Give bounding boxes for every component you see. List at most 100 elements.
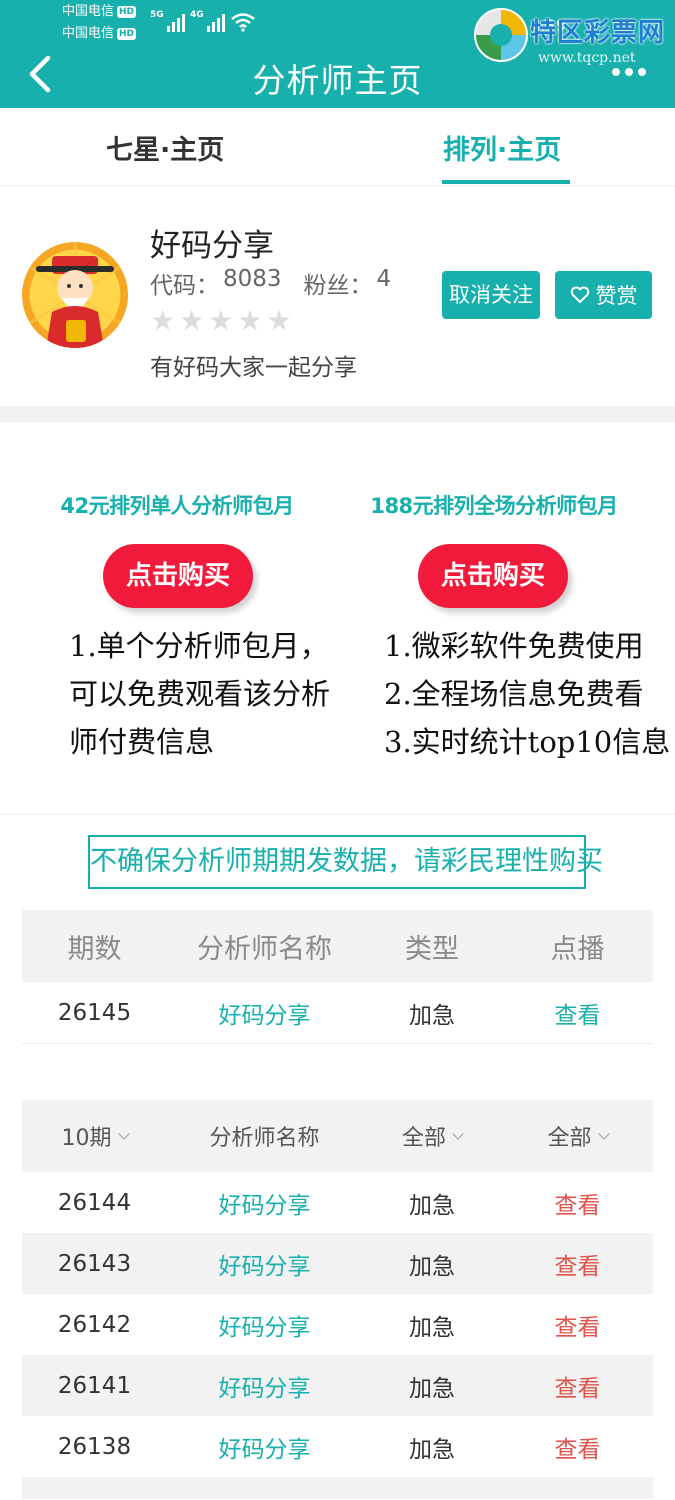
status-carrier-2: 中国电信 HD [62, 26, 137, 42]
current-period-table: 期数 分析师名称 类型 点播 26145 好码分享 加急 查看 [22, 910, 653, 1044]
analyst-description: 有好码大家一起分享 [150, 355, 357, 381]
chevron-down-icon [117, 1127, 130, 1140]
signal-5g-icon: 5G [150, 10, 185, 32]
view-link[interactable]: 查看 [502, 1369, 653, 1403]
chevron-down-icon [452, 1127, 464, 1140]
type-cell: 加急 [409, 1375, 455, 1402]
period-cell: 26144 [57, 1189, 132, 1216]
avatar [22, 242, 128, 348]
package-all-analysts: 188元排列全场分析师包月 点击购买 1.微彩软件免费使用 2.全程场信息免费看… [344, 490, 670, 759]
tab-bar: 七星·主页 排列·主页 [0, 108, 675, 186]
purchase-disclaimer: 不确保分析师期期发数据，请彩民理性购买 [88, 835, 603, 889]
analyst-link[interactable]: 好码分享 [167, 1186, 362, 1220]
star-icon: ★ [266, 304, 292, 337]
more-options-icon[interactable] [612, 68, 646, 76]
table-row: 26142 好码分享 加急 查看 [22, 1294, 653, 1355]
benefit-line: 1.微彩软件免费使用 [384, 629, 644, 663]
benefit-line: 师付费信息 [69, 725, 215, 759]
analyst-link[interactable]: 好码分享 [167, 1369, 362, 1403]
table-row: 26143 好码分享 加急 查看 [22, 1233, 653, 1294]
signal-4g-icon: 4G [190, 10, 225, 32]
buy-button[interactable]: 点击购买 [418, 544, 568, 608]
reward-button[interactable]: 赞赏 [555, 271, 652, 319]
type-cell: 加急 [409, 1192, 455, 1219]
header-play: 点播 [550, 933, 605, 965]
analyst-link[interactable]: 好码分享 [167, 996, 362, 1030]
watermark-title: 特区彩票网 [530, 18, 666, 48]
heart-icon [570, 286, 589, 303]
table-row: 26145 好码分享 加急 查看 [22, 982, 653, 1044]
table-row-partial [22, 1477, 653, 1499]
rating-stars: ★ ★ ★ ★ ★ [150, 306, 292, 336]
star-icon: ★ [208, 304, 234, 337]
chevron-down-icon [597, 1127, 610, 1140]
hd-badge-2: HD [117, 28, 137, 40]
type-filter-label: 全部 [401, 1126, 446, 1151]
analyst-filter-label: 分析师名称 [209, 1126, 320, 1151]
star-icon: ★ [150, 304, 176, 337]
type-filter-dropdown[interactable]: 全部 [362, 1120, 502, 1152]
header-period: 期数 [67, 933, 122, 965]
period-cell: 26141 [57, 1372, 132, 1399]
history-table: 10期 分析师名称 全部 全部 26144 好码分享 加急 查看 26143 好码分享 加急… [22, 1100, 653, 1499]
star-icon: ★ [237, 304, 263, 337]
benefit-line: 2.全程场信息免费看 [384, 677, 644, 711]
app-header: 中国电信 HD 中国电信 HD 5G 4G 4:39 特区彩票网 www.tqc… [0, 0, 675, 108]
package-single-analyst: 42元排列单人分析师包月 点击购买 1.单个分析师包月， 可以免费观看该分析 师… [27, 490, 330, 759]
tab-qixing-home[interactable]: 七星·主页 [106, 128, 224, 167]
period-cell: 26143 [57, 1250, 132, 1277]
fans-label: 粉丝： [303, 273, 373, 299]
fans-value: 4 [376, 266, 392, 292]
package-benefits: 1.微彩软件免费使用 2.全程场信息免费看 3.实时统计top10信息 [384, 622, 670, 766]
header-type: 类型 [405, 933, 459, 965]
package-benefits: 1.单个分析师包月， 可以免费观看该分析 师付费信息 [69, 622, 330, 766]
view-link[interactable]: 查看 [502, 1247, 653, 1281]
star-icon: ★ [179, 304, 205, 337]
play-filter-dropdown[interactable]: 全部 [502, 1120, 653, 1152]
analyst-link[interactable]: 好码分享 [167, 1430, 362, 1464]
table-header: 期数 分析师名称 类型 点播 [22, 910, 653, 982]
analyst-name: 好码分享 [150, 228, 274, 264]
wifi-icon [231, 13, 255, 32]
carrier-name-2: 中国电信 [62, 26, 115, 41]
hd-badge-1: HD [117, 6, 137, 18]
section-divider-line [0, 814, 675, 815]
buy-button[interactable]: 点击购买 [103, 544, 253, 608]
analyst-profile: 好码分享 代码： 8083 粉丝： 4 ★ ★ ★ ★ ★ 有好码大家一起分享 取消关注… [0, 186, 675, 406]
section-divider [0, 406, 675, 422]
network-5g-label: 5G [150, 10, 164, 20]
table-row: 26144 好码分享 加急 查看 [22, 1172, 653, 1233]
filter-header: 10期 分析师名称 全部 全部 [22, 1100, 653, 1172]
period-filter-label: 10期 [61, 1126, 112, 1151]
period-cell: 26138 [57, 1433, 132, 1460]
view-link[interactable]: 查看 [502, 996, 653, 1030]
table-row: 26141 好码分享 加急 查看 [22, 1355, 653, 1416]
code-value: 8083 [223, 266, 282, 292]
package-title: 188元排列全场分析师包月 [370, 494, 618, 518]
benefit-line: 3.实时统计top10信息 [384, 725, 671, 759]
type-cell: 加急 [409, 1314, 455, 1341]
carrier-name-1: 中国电信 [62, 4, 115, 19]
tab-pailie-home[interactable]: 排列·主页 [443, 128, 561, 167]
analyst-link[interactable]: 好码分享 [167, 1308, 362, 1342]
period-cell: 26145 [57, 999, 132, 1026]
table-row: 26138 好码分享 加急 查看 [22, 1416, 653, 1477]
view-link[interactable]: 查看 [502, 1430, 653, 1464]
view-link[interactable]: 查看 [502, 1308, 653, 1342]
header-analyst: 分析师名称 [197, 933, 332, 965]
package-title: 42元排列单人分析师包月 [60, 494, 294, 518]
page-title: 分析师主页 [252, 61, 423, 100]
reward-label: 赞赏 [595, 284, 638, 308]
history-rows: 26144 好码分享 加急 查看 26143 好码分享 加急 查看 26142 好码分享 加急 查看 2… [22, 1172, 653, 1477]
analyst-link[interactable]: 好码分享 [167, 1247, 362, 1281]
view-link[interactable]: 查看 [502, 1186, 653, 1220]
fortune-god-avatar-icon [22, 242, 128, 348]
play-filter-label: 全部 [547, 1126, 592, 1151]
period-cell: 26142 [57, 1311, 132, 1338]
type-cell: 加急 [409, 1002, 455, 1029]
code-label: 代码： [150, 273, 219, 299]
status-carrier-1: 中国电信 HD [62, 4, 137, 20]
unfollow-button[interactable]: 取消关注 [442, 271, 540, 319]
period-filter-dropdown[interactable]: 10期 [22, 1120, 167, 1152]
active-tab-indicator [442, 180, 570, 184]
